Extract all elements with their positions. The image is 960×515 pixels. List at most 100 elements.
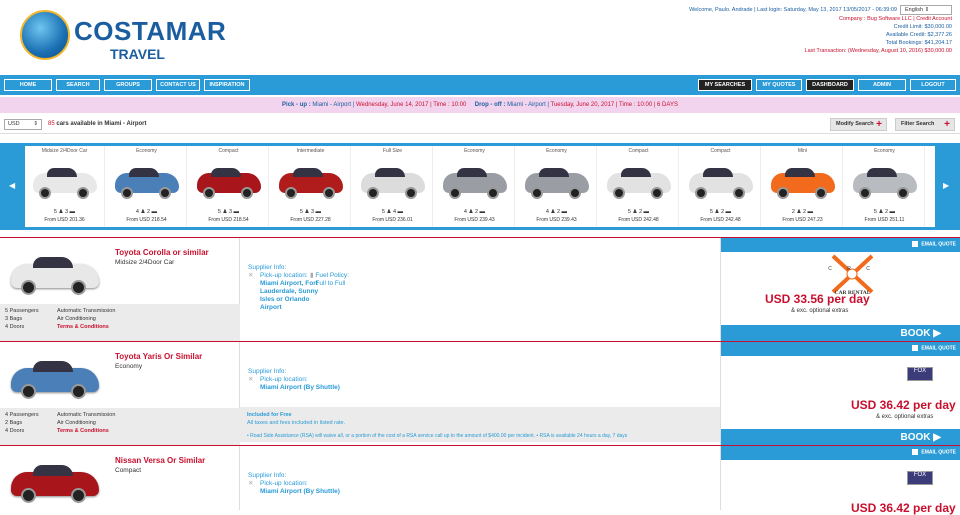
- wheel-icon: [896, 187, 909, 199]
- location-icon: ✕: [248, 480, 254, 487]
- car-window: [538, 168, 569, 177]
- results-toolbar: USD ⇕ 85 cars available in Miami - Airpor…: [0, 116, 960, 134]
- result-row: Toyota Yaris Or Similar Economy 4 Passeng…: [0, 341, 960, 446]
- carousel-item[interactable]: Compact 5 ♟ 2 ▬ From USD 242.48: [681, 146, 761, 227]
- car-window: [33, 257, 73, 268]
- car-summary: Toyota Yaris Or Similar Economy 4 Passeng…: [0, 342, 240, 446]
- filter-search-button[interactable]: Filter Search +: [895, 118, 955, 131]
- car-image: [685, 157, 757, 207]
- carousel-item[interactable]: Compact 5 ♟ 2 ▬ From USD 242.48: [599, 146, 679, 227]
- carousel-item[interactable]: Economy 4 ♟ 2 ▬ From USD 218.54: [107, 146, 187, 227]
- carousel-item[interactable]: Midsize 2/4Door Car 5 ♟ 3 ▬ From USD 201.3…: [25, 146, 105, 227]
- wheel-icon: [21, 488, 36, 503]
- car-name[interactable]: Toyota Corolla or similar: [115, 248, 209, 257]
- car-image: [111, 157, 183, 207]
- category-label: Economy: [464, 148, 485, 154]
- from-price: From USD 239.43: [454, 217, 495, 223]
- car-image: [439, 157, 511, 207]
- carousel-item[interactable]: Economy 4 ♟ 2 ▬ From USD 239.43: [435, 146, 515, 227]
- checkbox-icon: [912, 345, 919, 351]
- capacity-info: 5 ♟ 3 ▬: [299, 209, 322, 215]
- wheel-icon: [120, 187, 133, 199]
- wheel-icon: [366, 187, 379, 199]
- car-type: Economy: [115, 363, 143, 370]
- category-label: Economy: [874, 148, 895, 154]
- wheel-icon: [284, 187, 297, 199]
- price-note: & exc. optional extras: [791, 308, 849, 314]
- nav-inspiration[interactable]: INSPIRATION: [204, 79, 250, 91]
- nav-admin[interactable]: ADMIN: [858, 79, 906, 91]
- car-image: [357, 157, 429, 207]
- car-specs: 5 Passengers Automatic Transmission 3 Bag…: [0, 304, 240, 342]
- nav-logout[interactable]: LOGOUT: [910, 79, 956, 91]
- carousel-item[interactable]: Mini 2 ♟ 2 ▬ From USD 247.23: [763, 146, 843, 227]
- terms-link[interactable]: Terms & Conditions: [57, 428, 109, 434]
- wheel-icon: [71, 384, 86, 399]
- nav-dashboard[interactable]: DASHBOARD: [806, 79, 854, 91]
- header: COSTAMAR TRAVEL Welcome, Paulo. Andrade …: [0, 0, 960, 75]
- wheel-icon: [650, 187, 663, 199]
- category-carousel: ◀ Midsize 2/4Door Car 5 ♟ 3 ▬ From USD 201…: [0, 143, 960, 230]
- capacity-info: 5 ♟ 3 ▬: [53, 209, 76, 215]
- wheel-icon: [858, 187, 871, 199]
- car-window: [33, 361, 73, 372]
- category-label: Compact: [628, 148, 649, 154]
- globe-icon: [20, 10, 70, 60]
- terms-link[interactable]: Terms & Conditions: [57, 324, 109, 330]
- car-window: [620, 168, 651, 177]
- currency-select[interactable]: USD ⇕: [4, 119, 42, 130]
- carousel-item[interactable]: Intermediate 5 ♟ 3 ▬ From USD 227.28: [271, 146, 351, 227]
- nav-home[interactable]: HOME: [4, 79, 52, 91]
- car-summary: Toyota Corolla or similar Midsize 2/4Door…: [0, 238, 240, 342]
- category-label: Economy: [546, 148, 567, 154]
- included-box: Included for Free All taxes and fees inc…: [240, 407, 720, 442]
- car-window: [784, 168, 815, 177]
- nav-search[interactable]: SEARCH: [56, 79, 100, 91]
- result-row: Toyota Corolla or similar Midsize 2/4Door…: [0, 237, 960, 342]
- book-button[interactable]: BOOK ▶: [721, 325, 960, 342]
- carousel-item[interactable]: Compact 5 ♟ 3 ▬ From USD 218.54: [189, 146, 269, 227]
- car-window: [866, 168, 897, 177]
- capacity-info: 4 ♟ 2 ▬: [545, 209, 568, 215]
- nav-contact[interactable]: CONTACT US: [156, 79, 200, 91]
- wheel-icon: [202, 187, 215, 199]
- total-bookings: Total Bookings: $41,204.17: [885, 40, 952, 46]
- modify-search-button[interactable]: Modify Search +: [830, 118, 887, 131]
- carousel-item[interactable]: Full Size 5 ♟ 4 ▬ From USD 236.01: [353, 146, 433, 227]
- from-price: From USD 242.48: [700, 217, 741, 223]
- email-quote-button[interactable]: EMAIL QUOTE: [912, 345, 956, 351]
- nav-my-quotes[interactable]: MY QUOTES: [756, 79, 802, 91]
- wheel-icon: [21, 280, 36, 295]
- from-price: From USD 236.01: [372, 217, 413, 223]
- nav-my-searches[interactable]: MY SEARCHES: [698, 79, 752, 91]
- email-quote-button[interactable]: EMAIL QUOTE: [912, 241, 956, 247]
- car-name[interactable]: Toyota Yaris Or Similar: [115, 352, 202, 361]
- wheel-icon: [71, 488, 86, 503]
- car-specs: 4 Passengers Automatic Transmission 2 Bag…: [0, 408, 240, 446]
- carousel-item[interactable]: Economy 5 ♟ 2 ▬ From USD 251.11: [845, 146, 925, 227]
- carousel-next-icon[interactable]: ▶: [943, 181, 949, 190]
- capacity-info: 4 ♟ 2 ▬: [135, 209, 158, 215]
- capacity-info: 5 ♟ 2 ▬: [709, 209, 732, 215]
- email-quote-button[interactable]: EMAIL QUOTE: [912, 449, 956, 455]
- brand-name: COSTAMAR: [74, 16, 227, 46]
- fuel-icon: ▮: [310, 272, 314, 279]
- nav-groups[interactable]: GROUPS: [104, 79, 152, 91]
- capacity-info: 5 ♟ 4 ▬: [381, 209, 404, 215]
- wheel-icon: [240, 187, 253, 199]
- category-label: Mini: [797, 148, 808, 154]
- carousel-prev-icon[interactable]: ◀: [9, 181, 15, 190]
- carousel-item[interactable]: Economy 4 ♟ 2 ▬ From USD 239.43: [517, 146, 597, 227]
- cars-count: 85 cars available in Miami - Airport: [48, 121, 147, 127]
- logo[interactable]: COSTAMAR TRAVEL: [20, 10, 226, 65]
- car-type: Compact: [115, 467, 142, 474]
- price: USD 36.42 per day: [851, 398, 956, 412]
- from-price: From USD 227.28: [290, 217, 331, 223]
- language-select[interactable]: English ⇕: [900, 5, 952, 15]
- book-button[interactable]: BOOK ▶: [721, 429, 960, 446]
- wheel-icon: [814, 187, 827, 199]
- wheel-icon: [530, 187, 543, 199]
- account-info: Welcome, Paulo. Andrade | Last login: Sa…: [472, 5, 952, 55]
- car-name[interactable]: Nissan Versa Or Similar: [115, 456, 205, 465]
- from-price: From USD 218.54: [208, 217, 249, 223]
